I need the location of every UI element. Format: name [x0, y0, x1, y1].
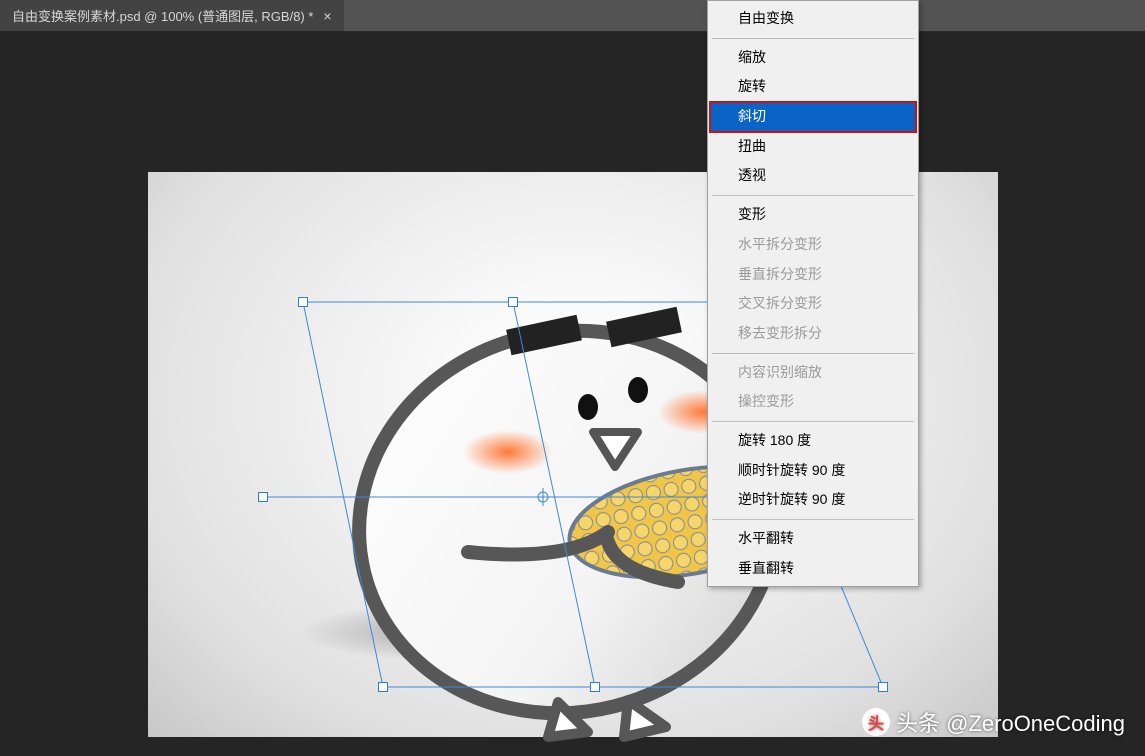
tab-bar: 自由变换案例素材.psd @ 100% (普通图层, RGB/8) * × — [0, 0, 1145, 32]
menu-separator — [712, 353, 914, 354]
transform-handle[interactable] — [378, 682, 388, 692]
menu-separator — [712, 519, 914, 520]
transform-handle[interactable] — [258, 492, 268, 502]
transform-context-menu: 自由变换缩放旋转斜切扭曲透视变形水平拆分变形垂直拆分变形交叉拆分变形移去变形拆分… — [707, 0, 919, 587]
close-icon[interactable]: × — [323, 9, 331, 23]
menu-item[interactable]: 垂直翻转 — [710, 554, 916, 584]
transform-handle[interactable] — [298, 297, 308, 307]
watermark-text: 头条 @ZeroOneCoding — [896, 706, 1125, 738]
transform-handle[interactable] — [508, 297, 518, 307]
menu-item[interactable]: 扭曲 — [710, 132, 916, 162]
menu-item[interactable]: 透视 — [710, 161, 916, 191]
menu-item[interactable]: 逆时针旋转 90 度 — [710, 485, 916, 515]
menu-item[interactable]: 旋转 180 度 — [710, 426, 916, 456]
menu-item[interactable]: 自由变换 — [710, 4, 916, 34]
menu-item[interactable]: 顺时针旋转 90 度 — [710, 456, 916, 486]
menu-item[interactable]: 缩放 — [710, 43, 916, 73]
menu-item: 交叉拆分变形 — [710, 289, 916, 319]
document-tab[interactable]: 自由变换案例素材.psd @ 100% (普通图层, RGB/8) * × — [0, 0, 344, 31]
menu-item: 水平拆分变形 — [710, 230, 916, 260]
menu-separator — [712, 421, 914, 422]
transform-handle[interactable] — [878, 682, 888, 692]
menu-item[interactable]: 斜切 — [710, 102, 916, 132]
workspace — [0, 32, 1145, 756]
menu-item: 移去变形拆分 — [710, 319, 916, 349]
tab-title: 自由变换案例素材.psd @ 100% (普通图层, RGB/8) * — [12, 6, 313, 25]
menu-item: 内容识别缩放 — [710, 358, 916, 388]
menu-item[interactable]: 旋转 — [710, 72, 916, 102]
menu-separator — [712, 38, 914, 39]
menu-item[interactable]: 水平翻转 — [710, 524, 916, 554]
transform-handle[interactable] — [590, 682, 600, 692]
watermark-logo-icon: 头 — [862, 708, 890, 736]
menu-item[interactable]: 变形 — [710, 200, 916, 230]
menu-item: 操控变形 — [710, 387, 916, 417]
menu-separator — [712, 195, 914, 196]
menu-item: 垂直拆分变形 — [710, 260, 916, 290]
watermark: 头 头条 @ZeroOneCoding — [862, 706, 1125, 738]
